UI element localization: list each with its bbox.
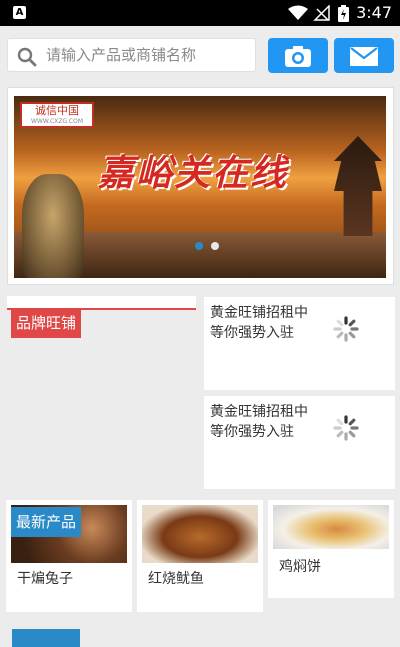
newest-products-label: 最新产品 bbox=[11, 507, 81, 537]
mail-icon bbox=[350, 47, 378, 66]
banner-image[interactable]: 诚信中国 WWW.CXZG.COM 嘉峪关在线 bbox=[14, 96, 386, 278]
banner-logo-text: 诚信中国 bbox=[35, 104, 79, 117]
app-notification-icon: A bbox=[13, 6, 26, 19]
battery-icon bbox=[338, 5, 349, 22]
brand-shops-label: 品牌旺铺 bbox=[11, 308, 81, 338]
status-time: 3:47 bbox=[356, 3, 392, 22]
shop-title: 黄金旺铺招租中 bbox=[210, 305, 308, 321]
shop-subtitle: 等你强势入驻 bbox=[210, 424, 294, 440]
message-button[interactable] bbox=[334, 38, 394, 73]
shop-subtitle: 等你强势入驻 bbox=[210, 325, 294, 341]
loading-spinner-icon bbox=[333, 415, 359, 441]
carousel-dot-active[interactable] bbox=[195, 242, 203, 250]
search-input[interactable] bbox=[46, 45, 246, 65]
banner-tower-graphic bbox=[334, 136, 382, 236]
banner-logo: 诚信中国 WWW.CXZG.COM bbox=[20, 102, 94, 128]
next-section-label bbox=[12, 629, 80, 647]
shop-text: 黄金旺铺招租中 等你强势入驻 bbox=[210, 402, 330, 442]
banner-carousel[interactable]: 诚信中国 WWW.CXZG.COM 嘉峪关在线 bbox=[7, 87, 394, 285]
search-icon bbox=[17, 47, 37, 67]
product-name: 干煸兔子 bbox=[17, 571, 73, 587]
shop-text: 黄金旺铺招租中 等你强势入驻 bbox=[210, 303, 330, 343]
wifi-icon bbox=[288, 5, 308, 20]
carousel-dot[interactable] bbox=[211, 242, 219, 250]
banner-lion-graphic bbox=[22, 174, 84, 278]
product-card[interactable]: 红烧鱿鱼 bbox=[137, 500, 263, 612]
product-image[interactable] bbox=[273, 505, 389, 549]
signal-icon bbox=[313, 5, 330, 21]
product-name: 红烧鱿鱼 bbox=[148, 571, 204, 587]
product-image[interactable] bbox=[142, 505, 258, 563]
shop-card[interactable]: 黄金旺铺招租中 等你强势入驻 bbox=[204, 297, 395, 390]
product-card[interactable]: 鸡焖饼 bbox=[268, 500, 394, 598]
status-bar: A 3:47 bbox=[0, 0, 400, 26]
banner-title: 嘉峪关在线 bbox=[98, 152, 289, 194]
banner-logo-url: WWW.CXZG.COM bbox=[30, 118, 84, 125]
loading-spinner-icon bbox=[333, 316, 359, 342]
camera-icon bbox=[285, 46, 311, 67]
product-name: 鸡焖饼 bbox=[279, 559, 321, 575]
camera-button[interactable] bbox=[268, 38, 328, 73]
shop-title: 黄金旺铺招租中 bbox=[210, 404, 308, 420]
shop-card[interactable]: 黄金旺铺招租中 等你强势入驻 bbox=[204, 396, 395, 489]
search-bar[interactable] bbox=[7, 38, 256, 72]
